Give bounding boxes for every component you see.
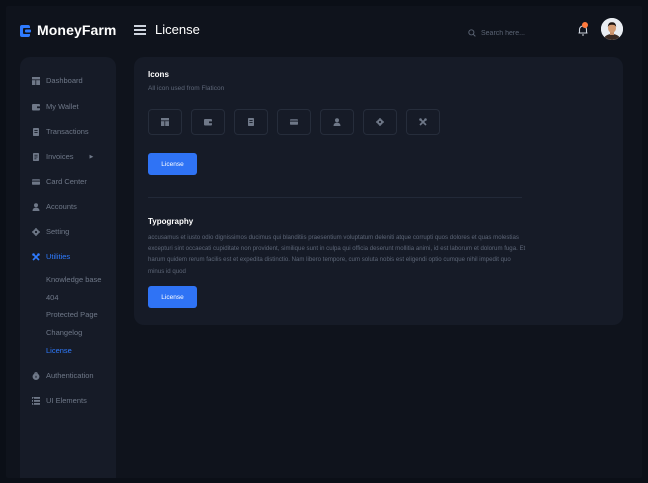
tools-icon	[419, 113, 427, 131]
brand-name: MoneyFarm	[37, 22, 117, 38]
logo-icon	[20, 24, 31, 37]
section-divider	[148, 197, 522, 198]
layers-icon	[32, 396, 40, 405]
sidebar-item-label: Dashboard	[46, 76, 83, 85]
receipt-icon	[247, 113, 255, 131]
sidebar-subitem-protected-page[interactable]: Protected Page	[46, 310, 98, 319]
sidebar-item-label: Accounts	[46, 202, 77, 211]
icon-tile-wallet[interactable]	[191, 109, 225, 135]
tools-icon	[32, 252, 40, 261]
icon-tile-receipt[interactable]	[234, 109, 268, 135]
search-icon[interactable]	[468, 24, 476, 42]
invoice-icon	[32, 152, 40, 161]
icon-tile-tools[interactable]	[406, 109, 440, 135]
sidebar-item-label: Invoices	[46, 152, 74, 161]
icon-tile-gear[interactable]	[363, 109, 397, 135]
receipt-icon	[32, 127, 40, 136]
dashboard-icon	[161, 113, 169, 131]
card-icon	[32, 178, 40, 186]
license-button-typography[interactable]: License	[148, 286, 197, 308]
sidebar-item-label: Utilities	[46, 252, 71, 261]
sidebar: Dashboard My Wallet Transactions Invoice…	[20, 57, 116, 478]
typography-paragraph: accusamus et iusto odio dignissimos duci…	[148, 234, 526, 275]
sidebar-item-label: Setting	[46, 227, 70, 236]
license-card: Icons All icon used from Flaticon Licens…	[134, 57, 623, 325]
sidebar-subitem-changelog[interactable]: Changelog	[46, 328, 82, 337]
top-bar: MoneyFarm License	[6, 6, 642, 56]
sidebar-subitem-license[interactable]: License	[46, 346, 72, 355]
gear-icon	[376, 113, 384, 131]
sidebar-item-label: Transactions	[46, 127, 89, 136]
dashboard-icon	[32, 76, 40, 85]
caret-right-icon: ▶	[89, 153, 94, 160]
user-icon	[32, 202, 40, 211]
sidebar-item-authentication[interactable]: Authentication	[32, 371, 94, 380]
sidebar-item-ui-elements[interactable]: UI Elements	[32, 396, 87, 405]
sidebar-item-accounts[interactable]: Accounts	[32, 202, 77, 211]
sidebar-subitem-knowledge-base[interactable]: Knowledge base	[46, 275, 101, 284]
sidebar-item-transactions[interactable]: Transactions	[32, 127, 89, 136]
notification-badge	[582, 22, 588, 28]
menu-toggle-button[interactable]	[134, 25, 146, 35]
card-icon	[290, 113, 298, 131]
brand[interactable]: MoneyFarm	[20, 22, 116, 38]
icon-tile-card[interactable]	[277, 109, 311, 135]
avatar[interactable]	[601, 18, 623, 40]
icon-tile-user[interactable]	[320, 109, 354, 135]
typography-section-title: Typography	[148, 217, 194, 226]
search-bar	[468, 24, 551, 42]
sidebar-item-label: Card Center	[46, 177, 87, 186]
sidebar-item-utilities[interactable]: Utilities	[32, 252, 70, 261]
wallet-icon	[204, 113, 212, 131]
gear-icon	[32, 227, 40, 236]
icons-section-subtitle: All icon used from Flaticon	[148, 85, 225, 92]
sidebar-item-label: My Wallet	[46, 102, 79, 111]
sidebar-item-label: Authentication	[46, 371, 94, 380]
user-icon	[333, 113, 341, 131]
sidebar-item-invoices[interactable]: Invoices ▶	[32, 152, 93, 161]
sidebar-item-wallet[interactable]: My Wallet	[32, 102, 79, 111]
wallet-icon	[32, 103, 40, 111]
sidebar-item-dashboard[interactable]: Dashboard	[32, 76, 83, 85]
sidebar-item-card-center[interactable]: Card Center	[32, 177, 87, 186]
license-button-icons[interactable]: License	[148, 153, 197, 175]
search-input[interactable]	[481, 29, 551, 37]
app-window: MoneyFarm License Search here... Dashboa…	[6, 6, 642, 478]
sidebar-item-setting[interactable]: Setting	[32, 227, 69, 236]
page-title: License	[155, 22, 200, 37]
sidebar-subitem-404[interactable]: 404	[46, 293, 59, 302]
icons-section-title: Icons	[148, 70, 169, 79]
icon-tile-dashboard[interactable]	[148, 109, 182, 135]
lock-icon	[32, 371, 40, 380]
sidebar-item-label: UI Elements	[46, 396, 87, 405]
